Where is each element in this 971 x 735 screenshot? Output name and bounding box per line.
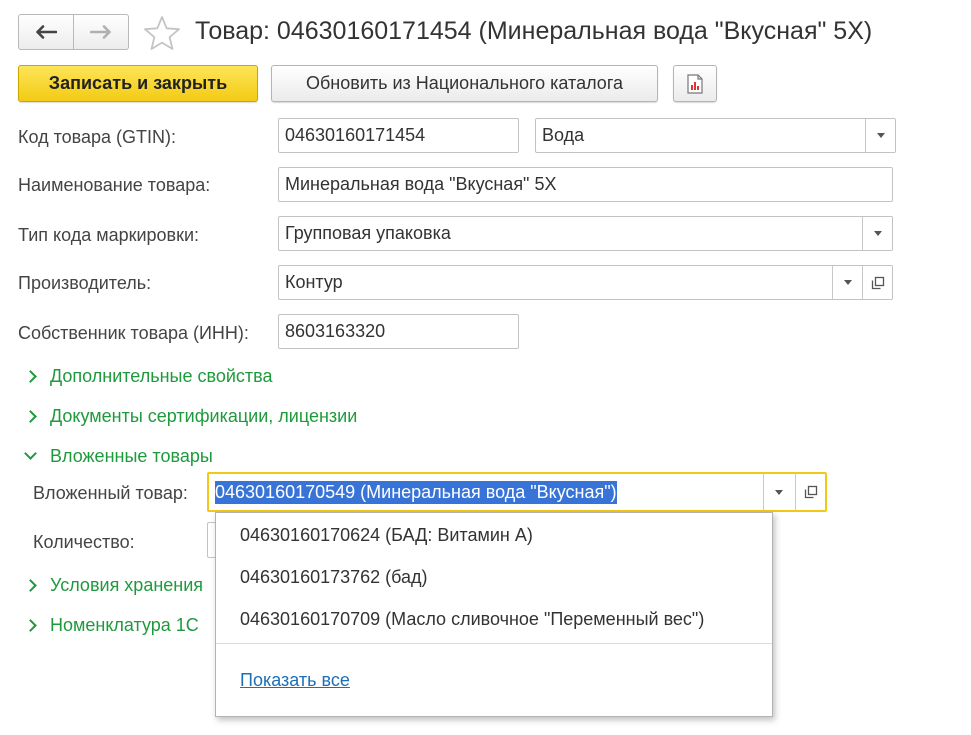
report-icon bbox=[687, 73, 703, 94]
section-nomenclature[interactable]: Номенклатура 1С bbox=[24, 615, 199, 636]
save-and-close-button[interactable]: Записать и закрыть bbox=[18, 65, 258, 102]
manufacturer-dropdown-button[interactable] bbox=[832, 266, 862, 299]
show-all-link[interactable]: Показать все bbox=[240, 670, 350, 691]
section-additional-properties[interactable]: Дополнительные свойства bbox=[24, 366, 273, 387]
chevron-down-icon bbox=[873, 231, 882, 236]
report-button[interactable] bbox=[673, 65, 717, 102]
page-title: Товар: 04630160171454 (Минеральная вода … bbox=[195, 17, 873, 45]
owner-inn-value: 8603163320 bbox=[285, 321, 386, 341]
marking-type-value: Групповая упаковка bbox=[285, 223, 451, 243]
name-field[interactable]: Минеральная вода "Вкусная" 5X bbox=[278, 167, 893, 202]
owner-inn-field[interactable]: 8603163320 bbox=[278, 314, 519, 349]
category-dropdown-button[interactable] bbox=[865, 119, 895, 152]
section-certificates[interactable]: Документы сертификации, лицензии bbox=[24, 406, 357, 427]
back-button[interactable] bbox=[18, 14, 74, 50]
nested-item-label: Вложенный товар: bbox=[33, 483, 188, 503]
dropdown-option[interactable]: 04630160170624 (БАД: Витамин А) bbox=[240, 525, 533, 546]
gtin-value: 04630160171454 bbox=[285, 125, 426, 145]
nested-item-select[interactable]: 04630160170549 (Минеральная вода "Вкусна… bbox=[207, 472, 827, 512]
dropdown-divider bbox=[216, 643, 772, 644]
manufacturer-open-button[interactable] bbox=[862, 266, 892, 299]
marking-type-dropdown-button[interactable] bbox=[862, 217, 892, 250]
arrow-left-icon bbox=[36, 25, 57, 39]
arrow-right-icon bbox=[90, 25, 111, 39]
quantity-label: Количество: bbox=[33, 532, 135, 552]
chevron-right-icon bbox=[24, 370, 37, 383]
dropdown-option[interactable]: 04630160170709 (Масло сливочное "Перемен… bbox=[240, 609, 704, 630]
open-window-icon bbox=[804, 485, 817, 499]
section-certificates-label: Документы сертификации, лицензии bbox=[50, 406, 358, 426]
chevron-right-icon bbox=[24, 410, 37, 423]
star-icon bbox=[144, 16, 180, 50]
chevron-right-icon bbox=[24, 579, 37, 592]
owner-inn-label: Собственник товара (ИНН): bbox=[18, 323, 249, 343]
chevron-right-icon bbox=[24, 619, 37, 632]
name-label: Наименование товара: bbox=[18, 175, 211, 195]
dropdown-option[interactable]: 04630160173762 (бад) bbox=[240, 567, 428, 588]
manufacturer-value: Контур bbox=[285, 272, 343, 292]
nested-item-open-button[interactable] bbox=[795, 474, 825, 510]
marking-type-label: Тип кода маркировки: bbox=[18, 225, 200, 245]
forward-button[interactable] bbox=[73, 14, 129, 50]
gtin-field[interactable]: 04630160171454 bbox=[278, 118, 519, 153]
chevron-down-icon bbox=[876, 133, 885, 138]
name-value: Минеральная вода "Вкусная" 5X bbox=[285, 174, 557, 194]
section-additional-label: Дополнительные свойства bbox=[50, 366, 273, 386]
manufacturer-label: Производитель: bbox=[18, 273, 152, 293]
section-nomenclature-label: Номенклатура 1С bbox=[50, 615, 199, 635]
chevron-down-icon bbox=[774, 489, 783, 495]
refresh-from-catalog-button[interactable]: Обновить из Национального каталога bbox=[271, 65, 658, 102]
nested-item-dropdown-list: 04630160170624 (БАД: Витамин А) 04630160… bbox=[215, 512, 773, 717]
nested-item-value: 04630160170549 (Минеральная вода "Вкусна… bbox=[215, 480, 617, 504]
chevron-down-icon bbox=[24, 447, 37, 460]
favorite-button[interactable] bbox=[143, 15, 181, 51]
section-storage-conditions[interactable]: Условия хранения bbox=[24, 575, 203, 596]
marking-type-select[interactable]: Групповая упаковка bbox=[278, 216, 893, 251]
chevron-down-icon bbox=[843, 280, 852, 285]
category-select[interactable]: Вода bbox=[535, 118, 896, 153]
section-nested-label: Вложенные товары bbox=[50, 446, 213, 466]
open-window-icon bbox=[871, 276, 884, 289]
manufacturer-select[interactable]: Контур bbox=[278, 265, 893, 300]
nested-item-dropdown-button[interactable] bbox=[763, 474, 793, 510]
section-nested-goods[interactable]: Вложенные товары bbox=[24, 446, 213, 467]
section-storage-label: Условия хранения bbox=[50, 575, 204, 595]
gtin-label: Код товара (GTIN): bbox=[18, 127, 177, 147]
category-value: Вода bbox=[542, 125, 585, 145]
